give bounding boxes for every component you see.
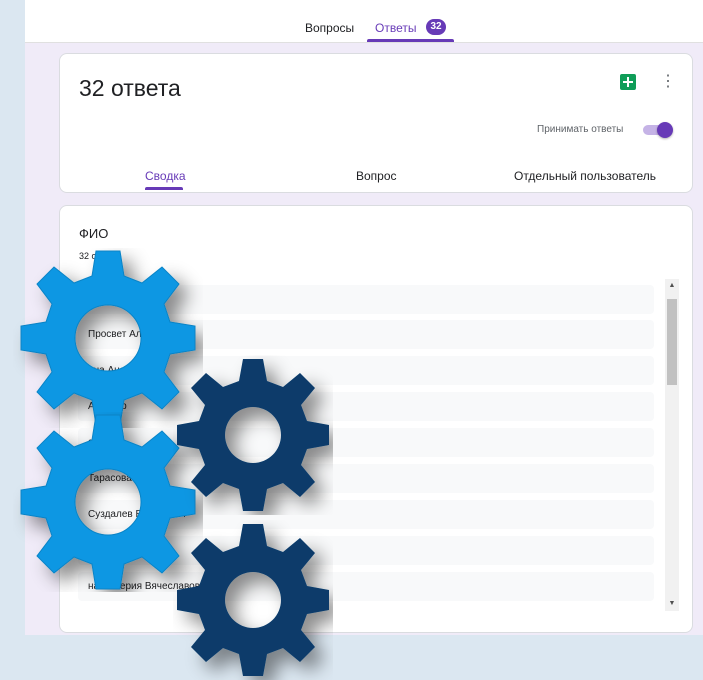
active-tab-indicator bbox=[367, 39, 454, 42]
google-sheets-icon[interactable] bbox=[620, 74, 636, 90]
responses-count-title: 32 ответа bbox=[79, 75, 181, 101]
responses-count-badge: 32 bbox=[426, 19, 446, 35]
top-tabs-bar: Вопросы Ответы 32 bbox=[25, 0, 703, 43]
scroll-up-arrow-icon[interactable]: ▲ bbox=[665, 279, 679, 293]
response-list-scrollbar[interactable]: ▲ ▼ bbox=[665, 279, 679, 611]
accept-responses-toggle[interactable] bbox=[643, 122, 673, 138]
more-vert-icon[interactable]: ⋮ bbox=[660, 72, 676, 92]
subtab-individual[interactable]: Отдельный пользователь bbox=[514, 169, 656, 183]
scrollbar-thumb[interactable] bbox=[667, 299, 677, 385]
subtab-question[interactable]: Вопрос bbox=[356, 169, 397, 183]
subtab-summary[interactable]: Сводка bbox=[145, 169, 186, 183]
toggle-knob bbox=[657, 122, 673, 138]
tab-questions[interactable]: Вопросы bbox=[305, 21, 354, 35]
active-subtab-indicator bbox=[145, 187, 183, 190]
gear-icon bbox=[177, 524, 329, 676]
responses-summary-card: 32 ответа ⋮ Принимать ответы Сводка Вопр… bbox=[59, 53, 693, 193]
gear-icon bbox=[177, 359, 329, 511]
question-title: ФИО bbox=[79, 226, 109, 241]
accept-responses-label: Принимать ответы bbox=[537, 124, 624, 135]
tab-responses[interactable]: Ответы bbox=[375, 21, 416, 35]
scroll-down-arrow-icon[interactable]: ▼ bbox=[665, 597, 679, 611]
